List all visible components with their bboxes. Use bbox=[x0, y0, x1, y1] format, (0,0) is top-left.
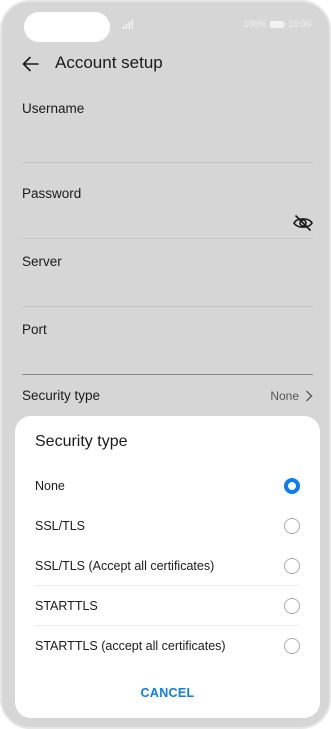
port-field[interactable] bbox=[22, 374, 313, 375]
battery-icon bbox=[270, 20, 287, 28]
battery-percent: 100% bbox=[243, 19, 267, 29]
arrow-left-icon[interactable] bbox=[21, 54, 41, 74]
username-field[interactable] bbox=[22, 162, 313, 163]
dialog-title: Security type bbox=[35, 433, 128, 450]
security-type-value: None bbox=[270, 389, 299, 403]
option-label: SSL/TLS (Accept all certificates) bbox=[35, 559, 215, 573]
server-label: Server bbox=[22, 254, 62, 269]
status-time: 10:00 bbox=[288, 19, 311, 29]
option-label: SSL/TLS bbox=[35, 519, 86, 533]
option-starttls[interactable]: STARTTLS bbox=[35, 586, 300, 626]
status-bar-right: 100% 10:00 bbox=[243, 19, 311, 29]
chevron-right-icon bbox=[306, 390, 313, 402]
phone-screen: 100% 10:00 Account setup Username Passwo… bbox=[0, 0, 331, 729]
server-field[interactable] bbox=[22, 306, 313, 307]
radio-button[interactable] bbox=[284, 598, 300, 614]
option-none[interactable]: None bbox=[35, 466, 300, 506]
radio-button[interactable] bbox=[284, 518, 300, 534]
radio-button[interactable] bbox=[284, 558, 300, 574]
signal-icon bbox=[123, 20, 133, 29]
option-label: STARTTLS bbox=[35, 599, 98, 613]
option-label: None bbox=[35, 479, 65, 493]
username-label: Username bbox=[22, 101, 85, 116]
security-type-label: Security type bbox=[22, 388, 101, 403]
option-label: STARTTLS (accept all certificates) bbox=[35, 639, 226, 653]
cancel-button[interactable]: CANCEL bbox=[15, 686, 320, 700]
security-type-row[interactable]: Security type None bbox=[22, 388, 313, 406]
camera-pill bbox=[24, 12, 110, 42]
port-label: Port bbox=[22, 322, 47, 337]
option-ssl-tls-accept-all[interactable]: SSL/TLS (Accept all certificates) bbox=[35, 546, 300, 586]
password-field[interactable] bbox=[22, 238, 313, 239]
page-title: Account setup bbox=[55, 53, 163, 72]
radio-button[interactable] bbox=[284, 478, 300, 494]
security-type-dialog: Security type None SSL/TLS SSL/TLS (Acce… bbox=[15, 416, 320, 718]
eye-off-icon[interactable] bbox=[292, 214, 314, 232]
radio-button[interactable] bbox=[284, 638, 300, 654]
option-starttls-accept-all[interactable]: STARTTLS (accept all certificates) bbox=[35, 626, 300, 666]
password-label: Password bbox=[22, 186, 82, 201]
option-ssl-tls[interactable]: SSL/TLS bbox=[35, 506, 300, 546]
